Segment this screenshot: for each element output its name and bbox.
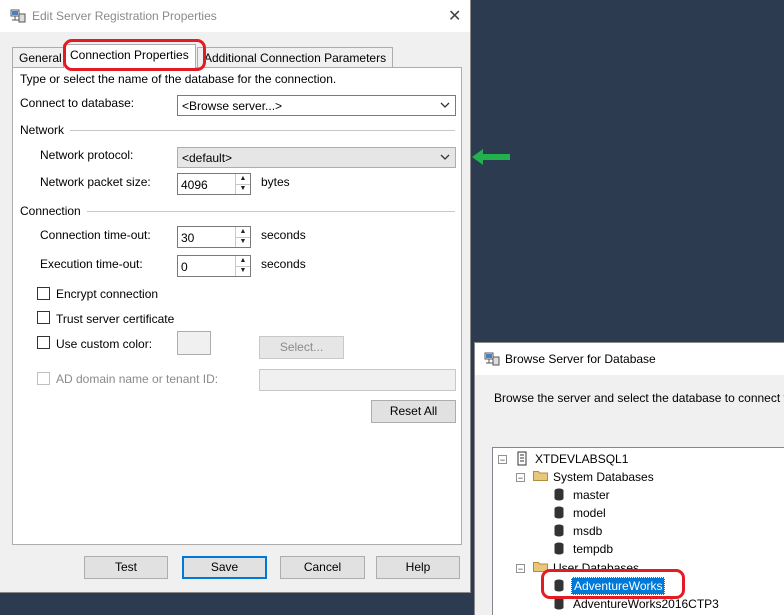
spin-down-icon[interactable]: ▼ (236, 237, 250, 247)
connection-group-label: Connection (20, 204, 81, 218)
ad-domain-label: AD domain name or tenant ID: (56, 372, 219, 386)
chevron-down-icon (440, 102, 450, 108)
browse-instruction-text: Browse the server and select the databas… (494, 391, 784, 405)
network-packet-size-spinner[interactable]: 4096 ▲ ▼ (177, 173, 251, 195)
title-bar: Edit Server Registration Properties ✕ (0, 0, 470, 32)
server-registration-icon (10, 9, 26, 23)
tree-item-system-databases[interactable]: System Databases (553, 470, 654, 484)
cancel-button[interactable]: Cancel (280, 556, 365, 579)
packet-size-unit: bytes (261, 175, 290, 189)
collapse-toggle[interactable]: − (516, 564, 525, 574)
instruction-text: Type or select the name of the database … (20, 72, 337, 86)
ad-domain-checkbox[interactable] (37, 372, 50, 385)
database-icon (554, 524, 564, 537)
use-custom-color-label: Use custom color: (56, 337, 153, 351)
chevron-down-icon (440, 154, 450, 160)
reset-all-button[interactable]: Reset All (371, 400, 456, 423)
encrypt-connection-checkbox[interactable] (37, 287, 50, 300)
execution-timeout-spinner[interactable]: 0 ▲ ▼ (177, 255, 251, 277)
help-button[interactable]: Help (376, 556, 460, 579)
network-group-label: Network (20, 123, 65, 137)
encrypt-connection-label: Encrypt connection (56, 287, 159, 301)
close-icon[interactable]: ✕ (448, 6, 461, 26)
trust-server-certificate-checkbox[interactable] (37, 311, 50, 324)
server-registration-icon (484, 352, 500, 366)
connection-properties-panel (12, 67, 462, 545)
network-protocol-value: <default> (182, 151, 233, 165)
tree-item-msdb[interactable]: msdb (573, 524, 602, 538)
database-icon (554, 542, 564, 555)
connection-timeout-value: 30 (181, 231, 195, 245)
tree-item-master[interactable]: master (573, 488, 610, 502)
tree-item-model[interactable]: model (573, 506, 606, 520)
ad-domain-input[interactable] (259, 369, 456, 391)
use-custom-color-checkbox[interactable] (37, 336, 50, 349)
connection-timeout-spinner[interactable]: 30 ▲ ▼ (177, 226, 251, 248)
spin-down-icon[interactable]: ▼ (236, 184, 250, 194)
execution-timeout-value: 0 (181, 260, 188, 274)
dialog-title: Edit Server Registration Properties (32, 9, 217, 23)
tree-item-server[interactable]: XTDEVLABSQL1 (535, 452, 628, 466)
spin-down-icon[interactable]: ▼ (236, 266, 250, 276)
connection-divider (87, 211, 455, 212)
trust-server-certificate-label: Trust server certificate (56, 312, 175, 326)
edit-server-registration-dialog: Edit Server Registration Properties ✕ Ge… (0, 0, 471, 593)
collapse-toggle[interactable]: − (516, 473, 525, 483)
custom-color-swatch[interactable] (177, 331, 211, 355)
browse-server-dialog: Browse Server for Database Browse the se… (474, 342, 784, 615)
select-color-button[interactable]: Select... (259, 336, 344, 359)
network-packet-size-label: Network packet size: (40, 175, 151, 189)
network-divider (70, 130, 455, 131)
server-icon (517, 451, 527, 466)
green-arrow-icon (472, 149, 510, 165)
execution-timeout-label: Execution time-out: (40, 257, 143, 271)
database-icon (554, 506, 564, 519)
execution-timeout-unit: seconds (261, 257, 306, 271)
browse-title-bar: Browse Server for Database (475, 343, 784, 375)
connect-to-database-combo[interactable]: <Browse server...> (177, 95, 456, 116)
collapse-toggle[interactable]: − (498, 455, 507, 465)
folder-icon (533, 471, 548, 481)
browse-dialog-title: Browse Server for Database (505, 352, 656, 366)
tab-additional-connection-parameters[interactable]: Additional Connection Parameters (197, 47, 394, 68)
save-button[interactable]: Save (182, 556, 267, 579)
tree-item-adventureworks2016ctp3[interactable]: AdventureWorks2016CTP3 (573, 597, 719, 611)
highlight-ring-tab (63, 39, 206, 71)
connection-timeout-label: Connection time-out: (40, 228, 151, 242)
connect-to-database-value: <Browse server...> (182, 99, 283, 113)
connection-timeout-unit: seconds (261, 228, 306, 242)
network-packet-size-value: 4096 (181, 178, 208, 192)
highlight-ring-adventureworks (541, 569, 685, 599)
tree-item-tempdb[interactable]: tempdb (573, 542, 613, 556)
connect-to-database-label: Connect to database: (20, 96, 135, 110)
tab-general[interactable]: General (12, 47, 69, 68)
test-button[interactable]: Test (84, 556, 168, 579)
database-icon (554, 488, 564, 501)
network-protocol-combo[interactable]: <default> (177, 147, 456, 168)
network-protocol-label: Network protocol: (40, 148, 134, 162)
